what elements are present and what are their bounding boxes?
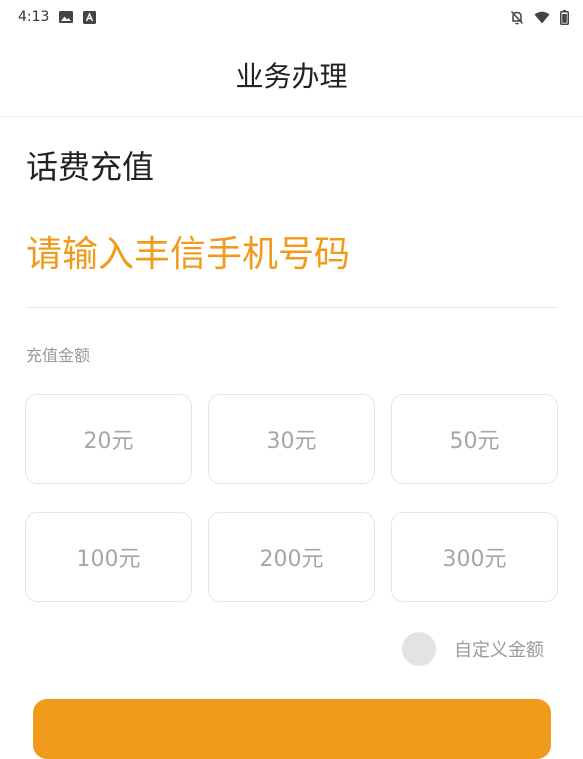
status-time: 4:13: [18, 9, 50, 25]
custom-amount-row: 自定义金额: [402, 632, 544, 666]
section-title: 话费充值: [26, 148, 155, 186]
page-title: 业务办理: [235, 60, 348, 93]
amount-option-20[interactable]: 20元: [25, 394, 192, 484]
amount-option-100[interactable]: 100元: [25, 512, 192, 602]
amount-option-200[interactable]: 200元: [208, 512, 375, 602]
amount-label: 充值金额: [26, 346, 91, 365]
status-bar: 4:13: [0, 0, 583, 34]
status-left: 4:13: [18, 9, 97, 25]
amount-option-50[interactable]: 50元: [391, 394, 558, 484]
wifi-icon: [534, 11, 550, 24]
bell-off-icon: [510, 10, 524, 25]
submit-button[interactable]: [33, 699, 551, 759]
custom-amount-label: 自定义金额: [454, 640, 544, 661]
phone-number-input[interactable]: [26, 222, 556, 286]
amount-option-300[interactable]: 300元: [391, 512, 558, 602]
status-right: [510, 9, 569, 25]
custom-amount-toggle[interactable]: [402, 632, 436, 666]
app-icon: [83, 10, 97, 24]
amount-option-30[interactable]: 30元: [208, 394, 375, 484]
divider: [26, 307, 558, 308]
amount-options: 20元 30元 50元 100元 200元 300元: [25, 394, 559, 602]
battery-icon: [560, 9, 569, 25]
app-header: 业务办理: [0, 34, 583, 117]
image-icon: [59, 11, 74, 23]
